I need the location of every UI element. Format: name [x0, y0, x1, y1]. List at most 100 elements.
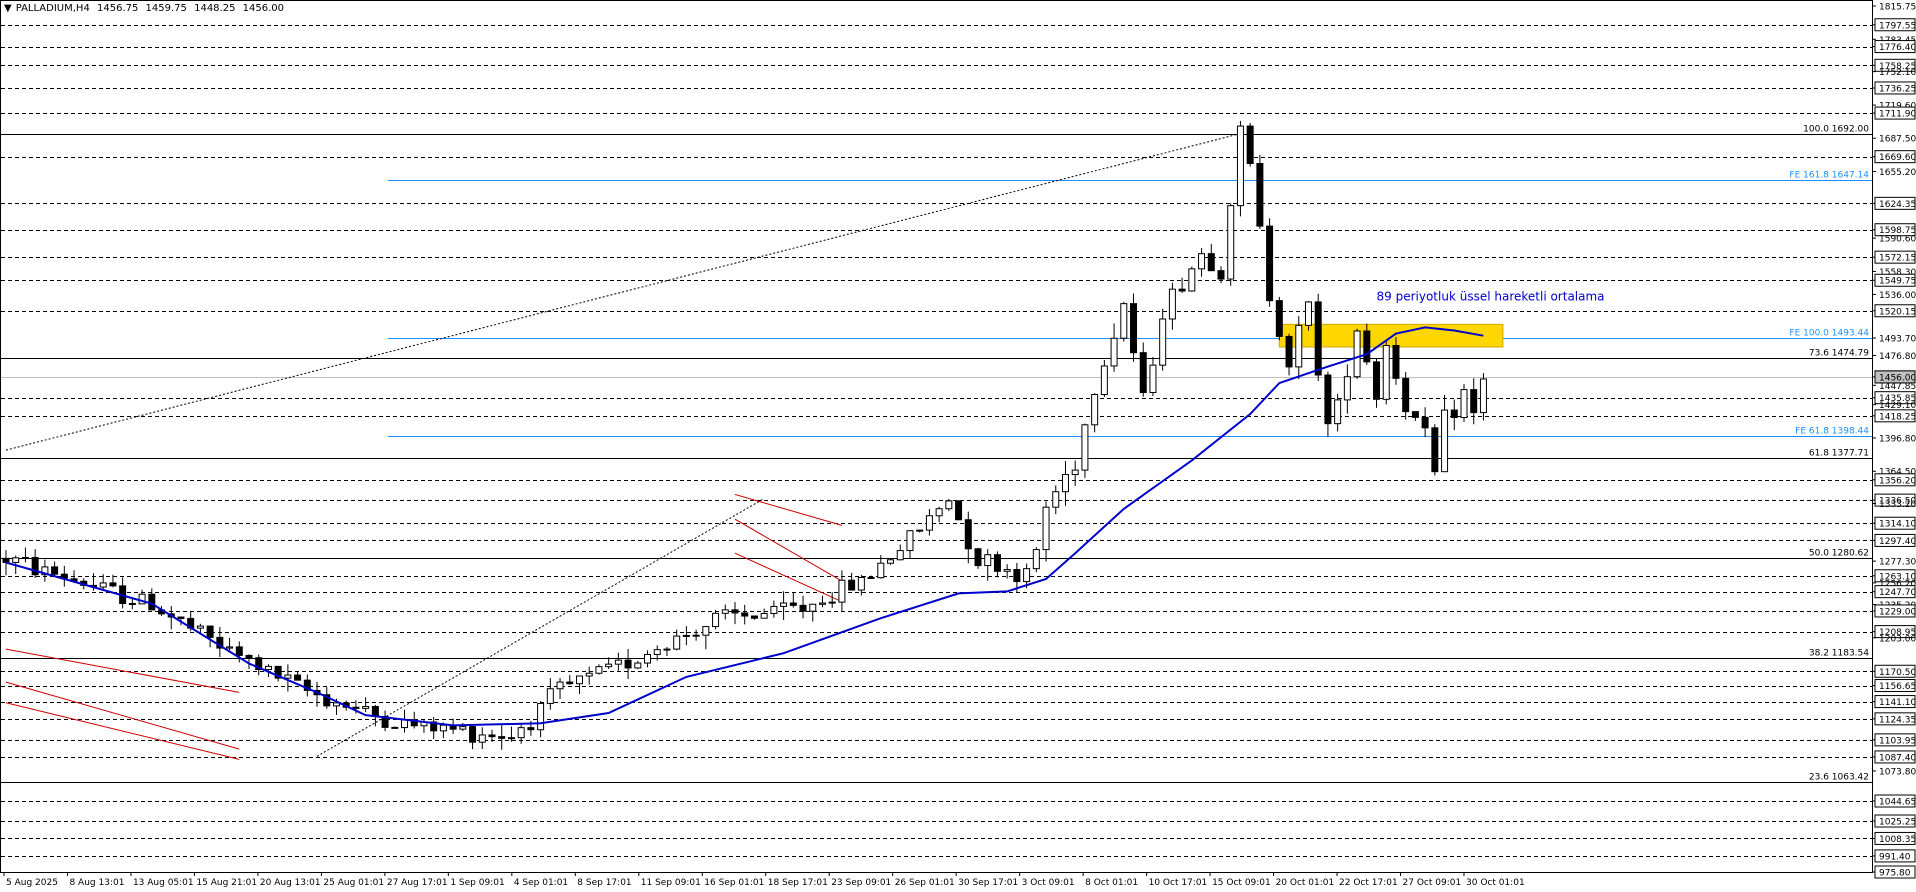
- candle-body: [547, 689, 553, 704]
- price-axis-label: 1797.55: [1879, 21, 1916, 31]
- candle-body: [1412, 412, 1418, 418]
- candle-body: [285, 675, 291, 678]
- price-axis-label: 1356.20: [1879, 476, 1916, 486]
- candle-body: [800, 605, 806, 611]
- candle-body: [1199, 254, 1205, 269]
- candle-body: [1364, 331, 1370, 362]
- fe-level-label: FE 100.0 1493.44: [1789, 329, 1869, 339]
- candle-body: [917, 530, 923, 531]
- candle-body: [1169, 289, 1175, 319]
- candle-body: [353, 707, 359, 708]
- price-axis-label: 1669.60: [1879, 153, 1916, 163]
- fib-level-label: 23.6 1063.42: [1809, 773, 1869, 783]
- dashed-levels: [1, 26, 1872, 873]
- candle-body: [470, 727, 476, 743]
- time-axis-label: 25 Aug 01:01: [323, 878, 384, 888]
- candle-body: [703, 627, 709, 636]
- candle-body: [1315, 302, 1321, 375]
- fe-level-label: FE 61.8 1398.44: [1795, 427, 1869, 437]
- candle-body: [781, 603, 787, 606]
- candle-body: [1014, 570, 1020, 582]
- price-axis-label: 1476.80: [1879, 352, 1916, 362]
- candle-body: [722, 610, 728, 613]
- candle-body: [1101, 366, 1107, 395]
- candle-body: [479, 735, 485, 742]
- time-axis-label: 13 Aug 05:01: [133, 878, 194, 888]
- candle-body: [1354, 331, 1360, 377]
- candle-body: [761, 613, 767, 618]
- candle-body: [771, 606, 777, 613]
- candle-body: [1053, 492, 1059, 507]
- resistance-zone-rect: [1279, 324, 1503, 347]
- price-axis-label: 1203.00: [1879, 634, 1916, 644]
- price-axis-label: 1170.50: [1879, 668, 1916, 678]
- chart-canvas[interactable]: 100.0 1692.0073.6 1474.7961.8 1377.7150.…: [0, 0, 1916, 888]
- candle-body: [907, 531, 913, 551]
- price-axis-label: 1141.10: [1879, 698, 1916, 708]
- candle-body: [265, 666, 271, 669]
- candle-body: [372, 706, 378, 716]
- price-axis-label: 1297.40: [1879, 537, 1916, 547]
- price-axis-label: 1493.70: [1879, 335, 1916, 345]
- candle-body: [693, 635, 699, 636]
- price-axis-label: 1520.15: [1879, 307, 1916, 317]
- price-axis-label: 1156.65: [1879, 682, 1916, 692]
- candle-body: [596, 667, 602, 674]
- time-axis-label: 4 Sep 01:01: [514, 878, 568, 888]
- candle-body: [207, 626, 213, 637]
- time-axis-label: 1 Sep 09:01: [450, 878, 504, 888]
- candle-body: [713, 613, 719, 626]
- time-axis-label: 27 Oct 09:01: [1403, 878, 1462, 888]
- candle-body: [567, 682, 573, 684]
- candle-body: [790, 603, 796, 605]
- candle-body: [645, 654, 651, 663]
- time-axis-label: 8 Oct 01:01: [1085, 878, 1138, 888]
- candle-body: [751, 616, 757, 618]
- fib-level-label: 100.0 1692.00: [1803, 125, 1869, 135]
- price-axis-label: 991.40: [1879, 852, 1911, 862]
- candle-body: [819, 603, 825, 604]
- price-axis-label: 1711.90: [1879, 110, 1916, 120]
- price-axis-label: 1025.25: [1879, 818, 1916, 828]
- close-price: 1456.00: [243, 3, 284, 14]
- candle-body: [110, 583, 116, 586]
- price-chart[interactable]: 100.0 1692.0073.6 1474.7961.8 1377.7150.…: [0, 0, 1916, 888]
- candle-body: [1237, 126, 1243, 206]
- price-axis-label: 1008.35: [1879, 835, 1916, 845]
- candle-body: [742, 613, 748, 616]
- candle-body: [829, 602, 835, 603]
- time-axis-label: 10 Oct 17:01: [1149, 878, 1208, 888]
- candle-body: [1062, 475, 1068, 492]
- candle-body: [1451, 410, 1457, 417]
- candle-body: [1393, 346, 1399, 379]
- time-axis-label: 23 Sep 09:01: [831, 878, 891, 888]
- price-axis-label: 1536.00: [1879, 291, 1916, 301]
- price-axis-label: 1572.15: [1879, 254, 1916, 264]
- candle-body: [664, 649, 670, 650]
- candle-body: [1471, 390, 1477, 413]
- price-axis-label: 1124.35: [1879, 715, 1916, 725]
- candle-body: [1286, 336, 1292, 366]
- candle-body: [1218, 271, 1224, 279]
- channel-mid-line-2: [735, 519, 842, 581]
- price-axis-label: 1736.25: [1879, 84, 1916, 94]
- candle-body: [1480, 379, 1486, 413]
- candle-body: [363, 706, 369, 708]
- time-axis-label: 30 Oct 01:01: [1466, 878, 1525, 888]
- fib-level-label: 73.6 1474.79: [1809, 349, 1869, 359]
- price-axis-label: 1277.30: [1879, 558, 1916, 568]
- trend-lines: [6, 134, 1240, 757]
- candle-body: [1179, 289, 1185, 291]
- candle-body: [178, 617, 184, 618]
- candle-body: [1082, 425, 1088, 470]
- time-axis-label: 16 Sep 01:01: [704, 878, 764, 888]
- candle-body: [878, 563, 884, 577]
- candle-body: [440, 725, 446, 731]
- fib-level-label: 61.8 1377.71: [1809, 449, 1869, 459]
- candle-body: [1111, 338, 1117, 366]
- price-axis-label: 1687.50: [1879, 135, 1916, 145]
- time-axis-label: 20 Oct 01:01: [1276, 878, 1335, 888]
- candle-body: [926, 516, 932, 530]
- candle-body: [1150, 365, 1156, 392]
- triangle-down-icon[interactable]: ▼: [4, 3, 12, 14]
